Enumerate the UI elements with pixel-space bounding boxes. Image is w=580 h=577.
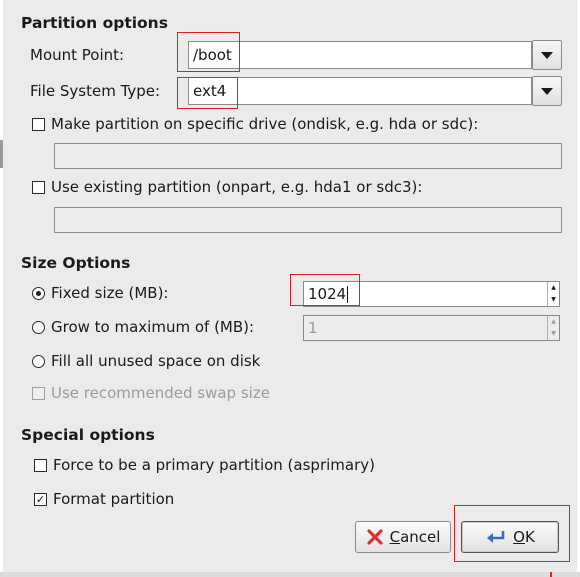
swap-label: Use recommended swap size (51, 384, 270, 402)
grow-value: 1 (308, 319, 318, 337)
fixed-size-value: 1024 (308, 285, 349, 303)
window-bottom-edge (0, 572, 580, 577)
cancel-button[interactable]: Cancel (355, 521, 451, 553)
spinner-arrows[interactable]: ▲ ▼ (547, 282, 559, 306)
ok-label: OK (513, 528, 535, 546)
specific-drive-checkbox[interactable] (32, 118, 45, 131)
section-title-partition: Partition options (21, 14, 168, 32)
format-label: Format partition (53, 490, 175, 508)
background-fragment (550, 572, 552, 577)
existing-partition-input (54, 207, 562, 233)
grow-label: Grow to maximum of (MB): (51, 318, 255, 336)
radio-selected-dot (36, 291, 41, 296)
section-title-special: Special options (21, 426, 155, 444)
fs-type-label: File System Type: (30, 82, 161, 100)
fs-type-value: ext4 (193, 82, 227, 100)
fixed-size-radio[interactable] (32, 287, 45, 300)
specific-drive-label: Make partition on specific drive (ondisk… (51, 115, 479, 133)
spin-down-icon: ▼ (551, 330, 556, 337)
return-arrow-icon (487, 531, 505, 543)
triangle-down-icon (541, 87, 553, 95)
mount-point-dropdown-button[interactable] (532, 40, 562, 70)
existing-partition-label: Use existing partition (onpart, e.g. hda… (51, 178, 423, 196)
specific-drive-input (54, 143, 562, 169)
format-checkbox[interactable]: ✓ (34, 493, 47, 506)
fill-label: Fill all unused space on disk (51, 352, 261, 370)
fs-type-input[interactable]: ext4 (188, 77, 532, 105)
grow-radio[interactable] (32, 321, 45, 334)
ok-button[interactable]: OK (461, 521, 559, 553)
mount-point-input[interactable]: /boot (188, 41, 532, 69)
fill-radio[interactable] (32, 355, 45, 368)
mount-point-label: Mount Point: (30, 46, 125, 64)
fixed-size-spinner[interactable]: 1024 ▲ ▼ (303, 281, 560, 307)
spinner-arrows: ▲ ▼ (547, 316, 559, 340)
red-x-icon (366, 529, 383, 545)
primary-label: Force to be a primary partition (asprima… (53, 456, 375, 474)
mount-point-value: /boot (193, 46, 232, 64)
cancel-label: Cancel (389, 528, 441, 546)
spin-up-icon[interactable]: ▲ (548, 282, 559, 294)
checkmark-icon: ✓ (35, 493, 46, 506)
spin-up-icon: ▲ (551, 318, 556, 325)
section-title-size: Size Options (21, 254, 131, 272)
grow-spinner: 1 ▲ ▼ (303, 315, 560, 341)
primary-checkbox[interactable] (34, 459, 47, 472)
existing-partition-checkbox[interactable] (32, 181, 45, 194)
fixed-size-label: Fixed size (MB): (51, 284, 169, 302)
triangle-down-icon (541, 51, 553, 59)
swap-checkbox (32, 387, 45, 400)
fs-type-dropdown-button[interactable] (532, 76, 562, 106)
background-fragment (0, 140, 3, 168)
spin-down-icon[interactable]: ▼ (548, 294, 559, 306)
